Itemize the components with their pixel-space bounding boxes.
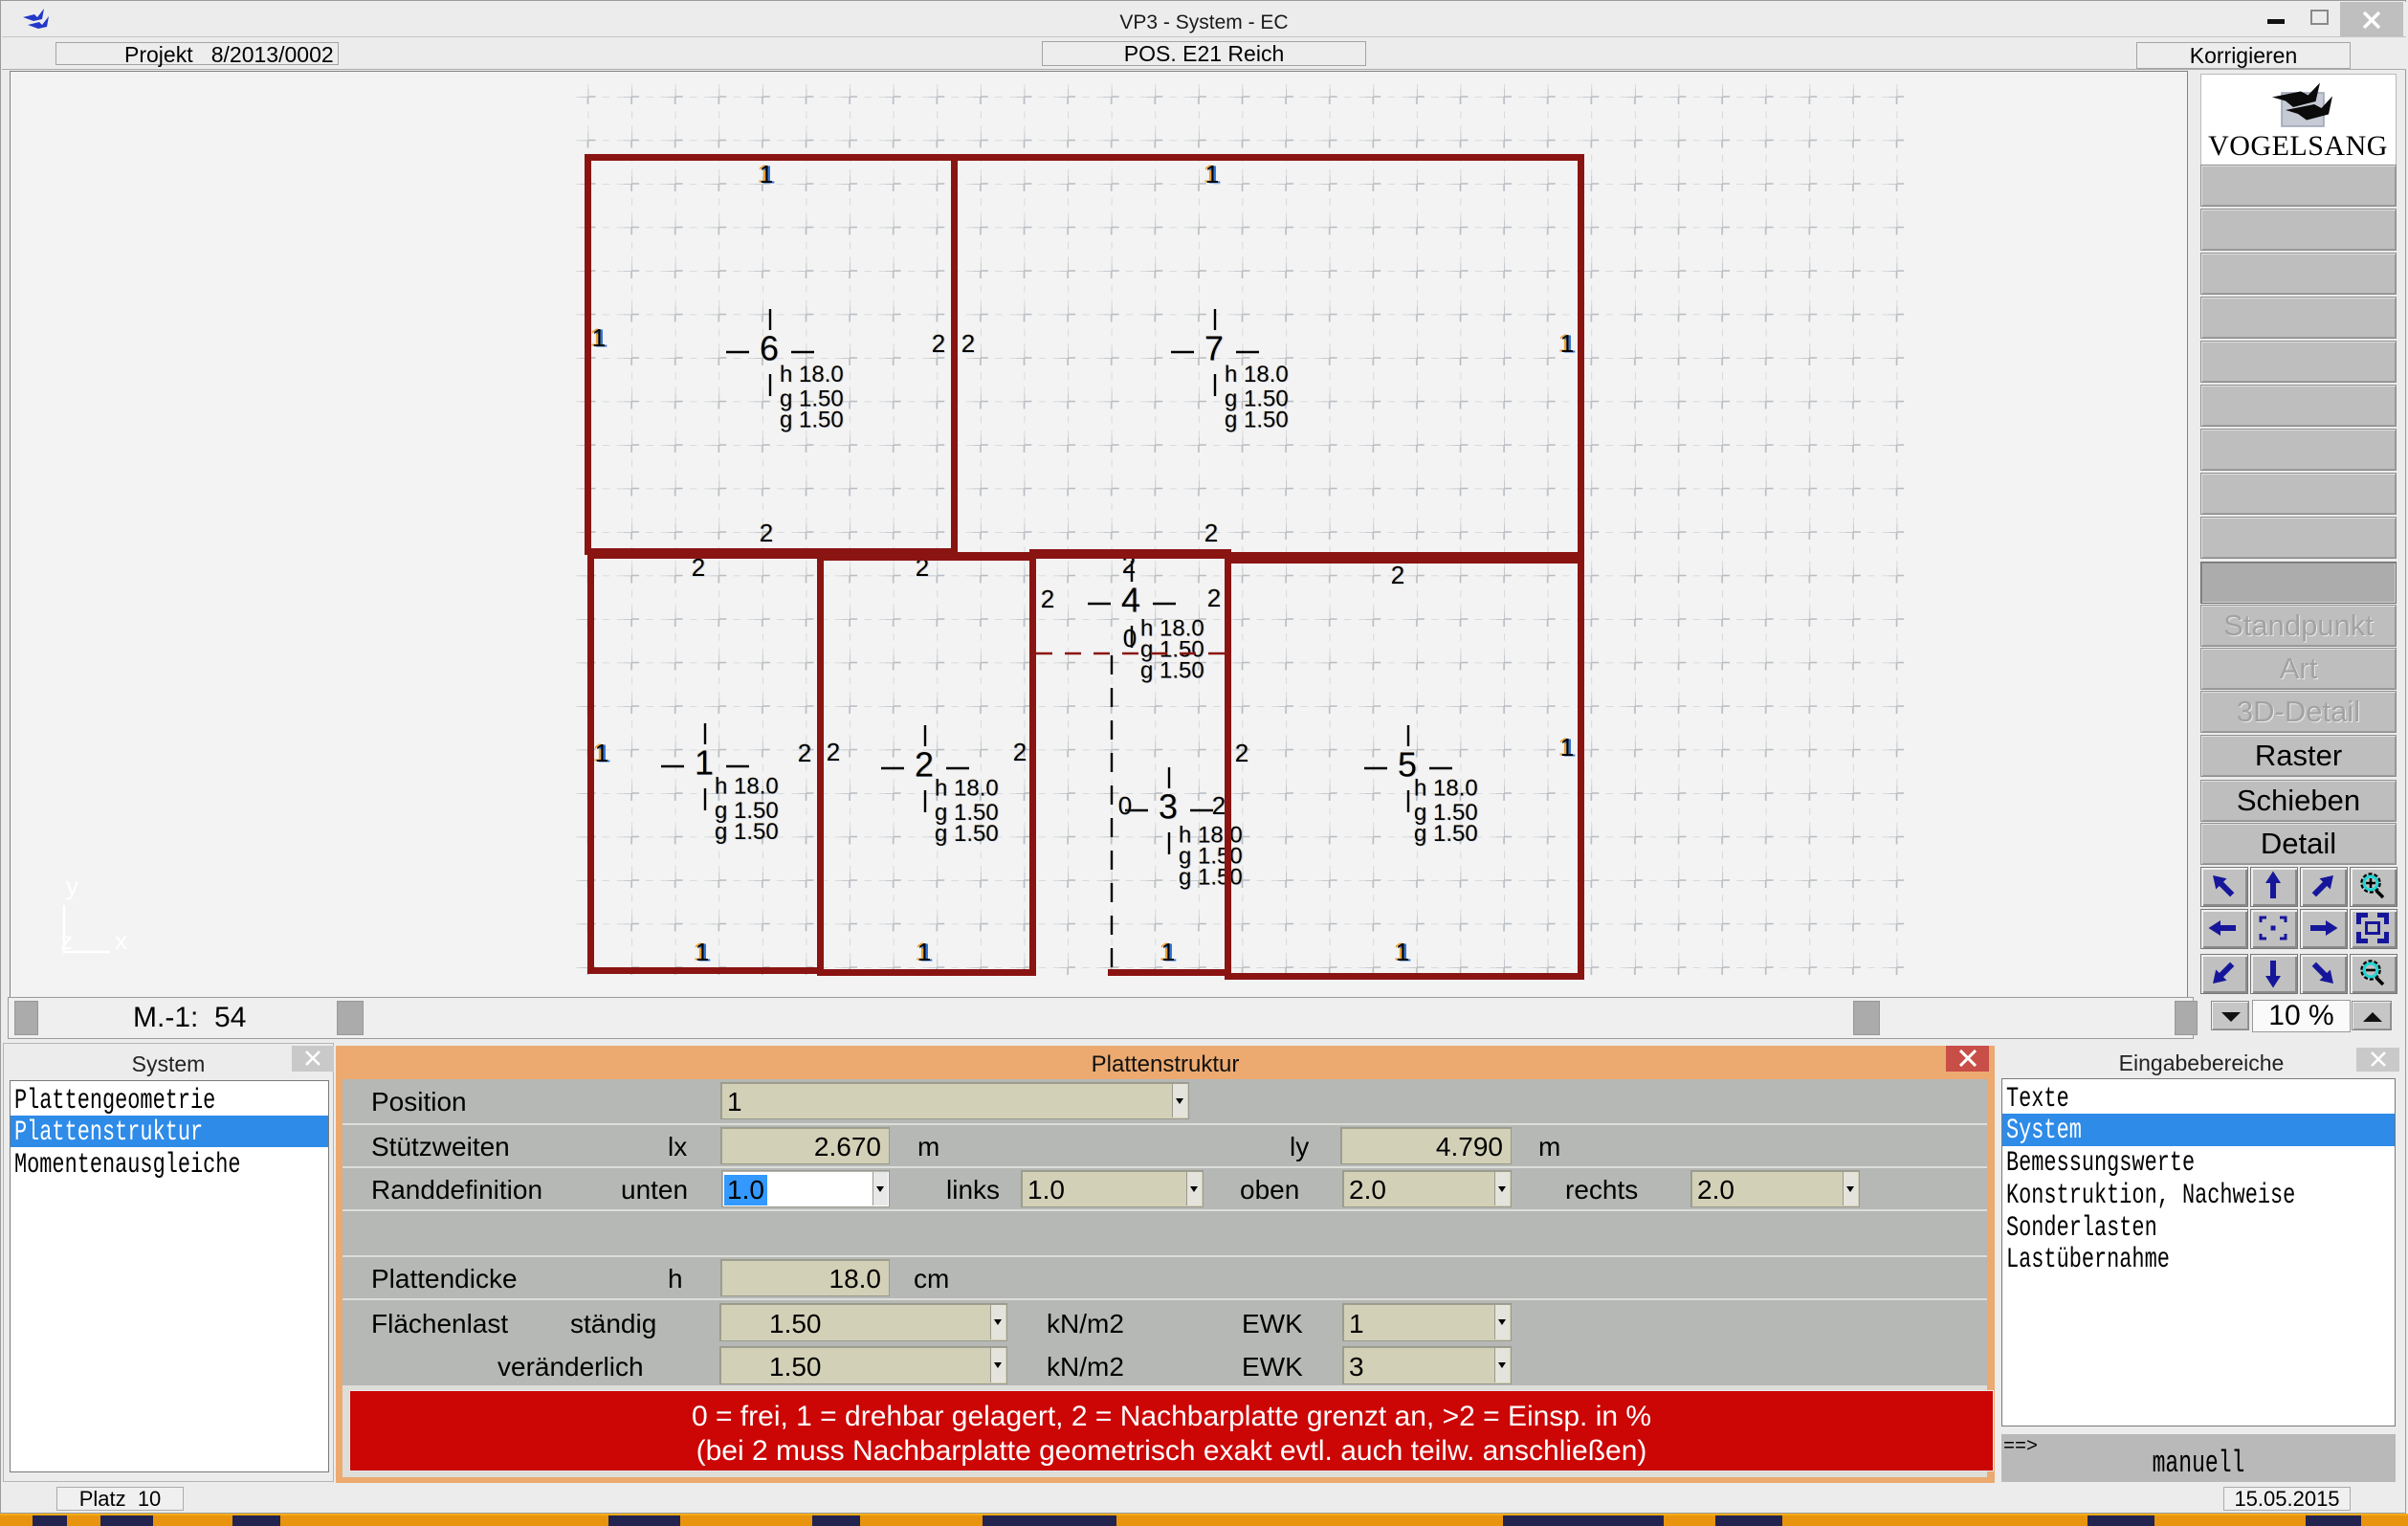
svg-text:g 1.50: g 1.50 (1225, 408, 1289, 433)
svg-text:g 1.50: g 1.50 (1414, 821, 1478, 847)
svg-text:1: 1 (760, 160, 773, 188)
svg-text:2: 2 (1391, 561, 1404, 589)
svg-text:1: 1 (917, 938, 931, 966)
svg-text:3: 3 (1159, 787, 1178, 827)
svg-text:4: 4 (1121, 581, 1140, 620)
svg-text:2: 2 (1013, 738, 1027, 766)
svg-text:1: 1 (1396, 938, 1409, 966)
svg-text:1: 1 (695, 743, 714, 783)
svg-text:1: 1 (592, 323, 606, 352)
svg-text:g 1.50: g 1.50 (715, 819, 779, 845)
svg-text:2: 2 (1204, 519, 1218, 547)
svg-text:2: 2 (1235, 739, 1248, 767)
svg-text:2: 2 (827, 738, 840, 766)
svg-text:g 1.50: g 1.50 (1179, 865, 1243, 891)
svg-text:2: 2 (1212, 791, 1226, 820)
svg-text:0: 0 (1123, 624, 1137, 652)
svg-text:VOGELSANG: VOGELSANG (2208, 130, 2388, 162)
svg-text:0: 0 (1118, 791, 1132, 820)
svg-text:6: 6 (760, 329, 779, 368)
svg-text:2: 2 (932, 329, 945, 358)
svg-text:1: 1 (595, 739, 608, 767)
svg-text:1: 1 (1161, 938, 1175, 966)
svg-text:y: y (66, 872, 78, 900)
svg-text:h 18.0: h 18.0 (1225, 362, 1289, 387)
svg-text:z: z (60, 926, 73, 955)
svg-text:h 18.0: h 18.0 (715, 774, 779, 800)
svg-text:h 18.0: h 18.0 (780, 362, 844, 387)
svg-text:2: 2 (798, 739, 811, 767)
svg-text:g 1.50: g 1.50 (935, 821, 999, 847)
svg-text:2: 2 (760, 519, 773, 547)
svg-text:7: 7 (1204, 329, 1224, 368)
svg-text:1: 1 (1205, 160, 1219, 188)
svg-text:g 1.50: g 1.50 (1140, 658, 1204, 684)
svg-text:h 18.0: h 18.0 (935, 776, 999, 802)
svg-text:1: 1 (696, 938, 709, 966)
svg-text:1: 1 (1560, 733, 1574, 762)
svg-text:2: 2 (1041, 585, 1054, 613)
svg-text:2: 2 (915, 745, 934, 785)
svg-text:1: 1 (1560, 329, 1574, 358)
svg-text:g 1.50: g 1.50 (780, 408, 844, 433)
svg-text:2: 2 (961, 329, 975, 358)
svg-text:x: x (115, 926, 127, 955)
svg-text:2: 2 (1207, 584, 1221, 612)
svg-text:h 18.0: h 18.0 (1414, 776, 1478, 802)
